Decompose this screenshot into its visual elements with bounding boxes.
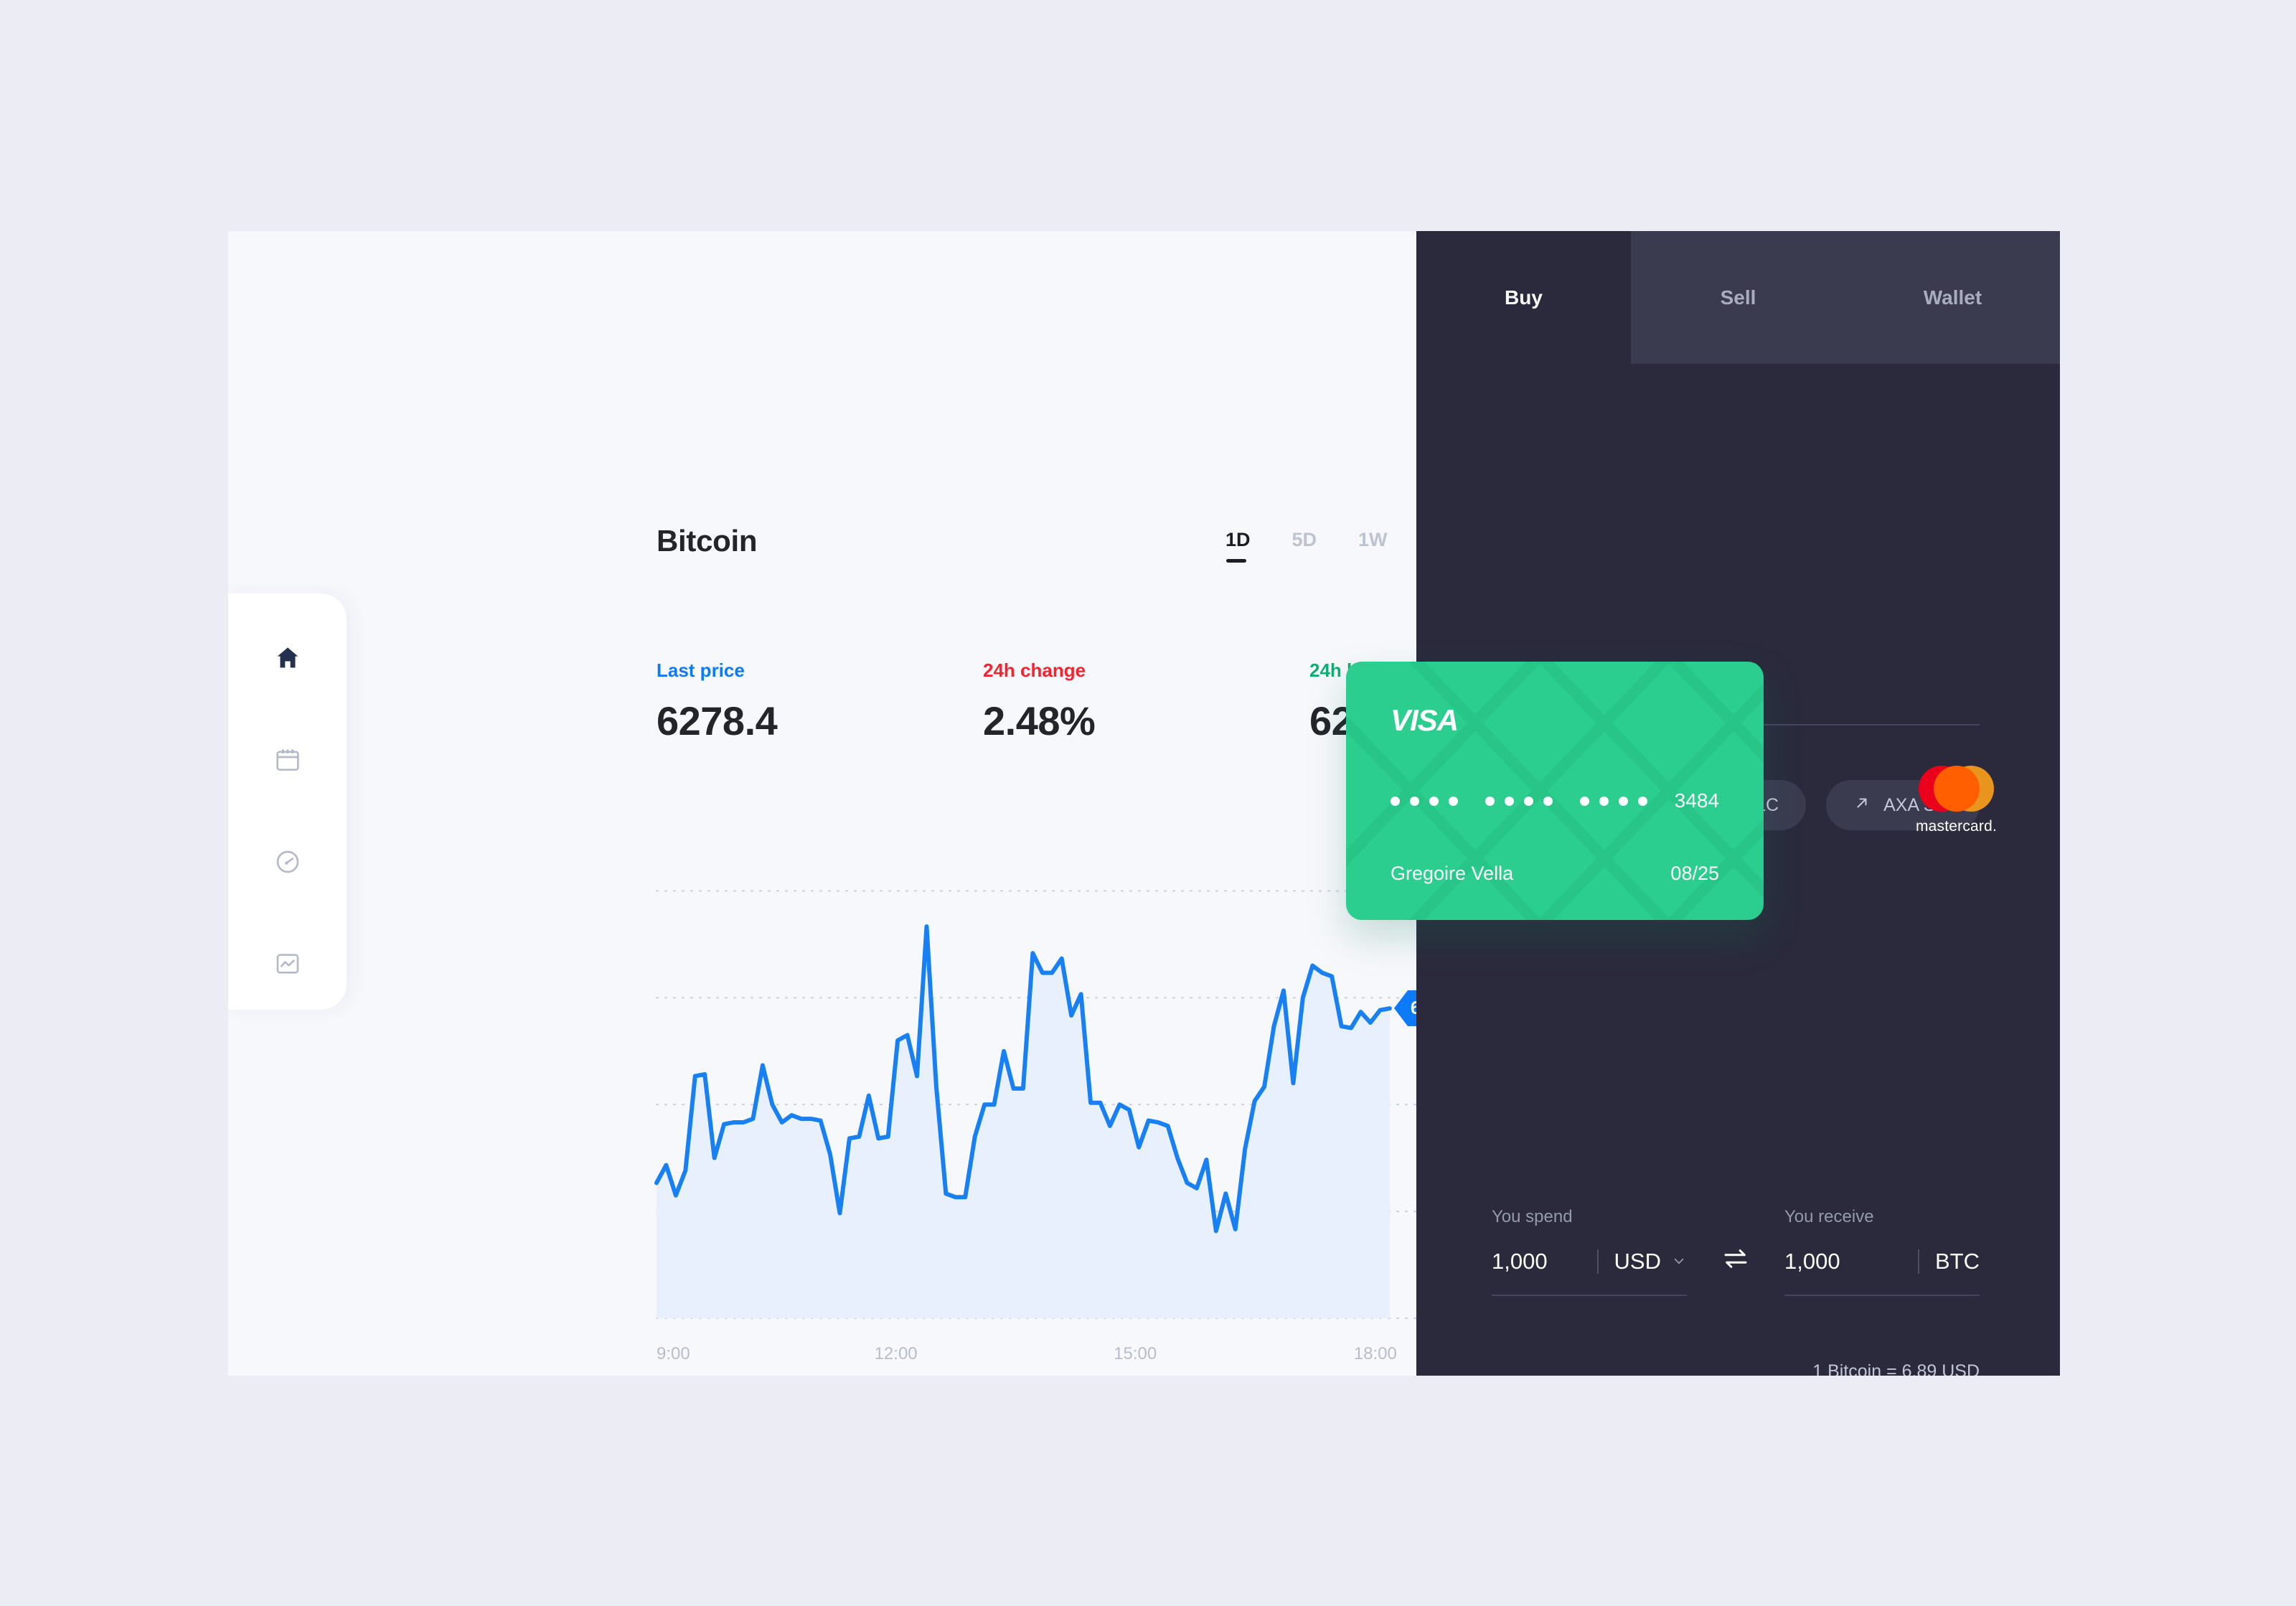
swap-icon: [1721, 1244, 1751, 1277]
page-title: Bitcoin: [657, 524, 758, 558]
field-divider: [1918, 1249, 1919, 1274]
market-panel: Bitcoin 1D 5D 1W 1M 1Y Last price 6278.4…: [228, 231, 1521, 1376]
x-axis-label: 12:00: [874, 1344, 918, 1363]
card-footer: Gregoire Vella 08/25: [1391, 863, 1719, 885]
tab-sell[interactable]: Sell: [1631, 231, 1845, 364]
arrow-up-right-icon: [1853, 794, 1871, 817]
x-axis-label: 18:00: [1353, 1344, 1397, 1363]
x-axis-label: 9:00: [657, 1344, 690, 1363]
stat-last-price: Last price 6278.4: [657, 659, 983, 744]
receive-label: You receive: [1784, 1207, 1874, 1226]
tab-wallet[interactable]: Wallet: [1845, 231, 2060, 364]
tab-buy[interactable]: Buy: [1416, 231, 1631, 364]
card-dot-group: [1485, 796, 1553, 806]
payment-card-visa[interactable]: VISA 3484 Gregoire Vella 08/25: [1346, 662, 1764, 920]
stat-24h-change: 24h change 2.48%: [983, 659, 1309, 744]
stat-value: 2.48%: [983, 698, 1096, 743]
mastercard-icon: [1919, 766, 1994, 812]
receive-amount-input[interactable]: 1,000: [1784, 1249, 1902, 1274]
spend-field: You spend 1,000 USD: [1492, 1207, 1687, 1296]
field-divider: [1596, 1249, 1599, 1274]
receive-field: You receive 1,000 BTC: [1784, 1207, 1980, 1296]
calendar-icon: [273, 746, 302, 774]
swap-currencies-button[interactable]: [1687, 1244, 1784, 1296]
chart-area-fill: [657, 926, 1390, 1318]
stat-value: 6278.4: [657, 698, 778, 743]
range-tab-1d[interactable]: 1D: [1225, 529, 1251, 564]
spend-currency-select[interactable]: USD: [1614, 1249, 1687, 1274]
card-dot-group: [1391, 796, 1458, 806]
chevron-down-icon: [1671, 1249, 1687, 1274]
sidebar-nav: [228, 593, 347, 1010]
x-axis-label: 15:00: [1114, 1344, 1157, 1363]
spend-currency-value: USD: [1614, 1249, 1661, 1274]
card-expiry: 08/25: [1670, 863, 1719, 884]
trade-tabs: Buy Sell Wallet: [1416, 231, 2060, 364]
trade-panel: Buy Sell Wallet Bitcoin (BTC): [1346, 231, 2060, 1376]
stat-label: Last price: [657, 659, 745, 681]
app-window: Bitcoin 1D 5D 1W 1M 1Y Last price 6278.4…: [228, 231, 2060, 1376]
card-dot-group: [1579, 796, 1647, 806]
range-tab-5d[interactable]: 5D: [1292, 529, 1317, 564]
price-chart[interactable]: [654, 837, 1425, 1319]
gauge-icon: [273, 847, 302, 876]
card-holder-name: Gregoire Vella: [1391, 863, 1514, 884]
range-tab-1w[interactable]: 1W: [1358, 529, 1388, 564]
sidebar-item-analytics[interactable]: [265, 941, 311, 987]
mastercard-label: mastercard.: [1915, 818, 1998, 835]
card-number: 3484: [1391, 789, 1719, 812]
spend-amount-input[interactable]: 1,000: [1492, 1249, 1581, 1274]
chart-box-icon: [273, 949, 302, 978]
receive-currency-value: BTC: [1935, 1249, 1980, 1274]
price-marker-notch: [1393, 990, 1408, 1027]
stat-label: 24h change: [983, 659, 1086, 681]
spend-label: You spend: [1492, 1207, 1573, 1226]
payment-card-mastercard[interactable]: mastercard.: [1915, 766, 1998, 835]
visa-logo: VISA: [1391, 703, 1459, 737]
conversion-rate: 1 Bitcoin = 6.89 USD: [1812, 1361, 1980, 1376]
card-last-digits: 3484: [1674, 789, 1719, 812]
home-icon: [273, 644, 302, 672]
sidebar-item-activity[interactable]: [265, 839, 311, 885]
sidebar-item-calendar[interactable]: [265, 737, 311, 783]
sidebar-item-home[interactable]: [265, 635, 311, 681]
exchange-row: You spend 1,000 USD You receive 1,000 BT…: [1492, 1207, 1980, 1296]
